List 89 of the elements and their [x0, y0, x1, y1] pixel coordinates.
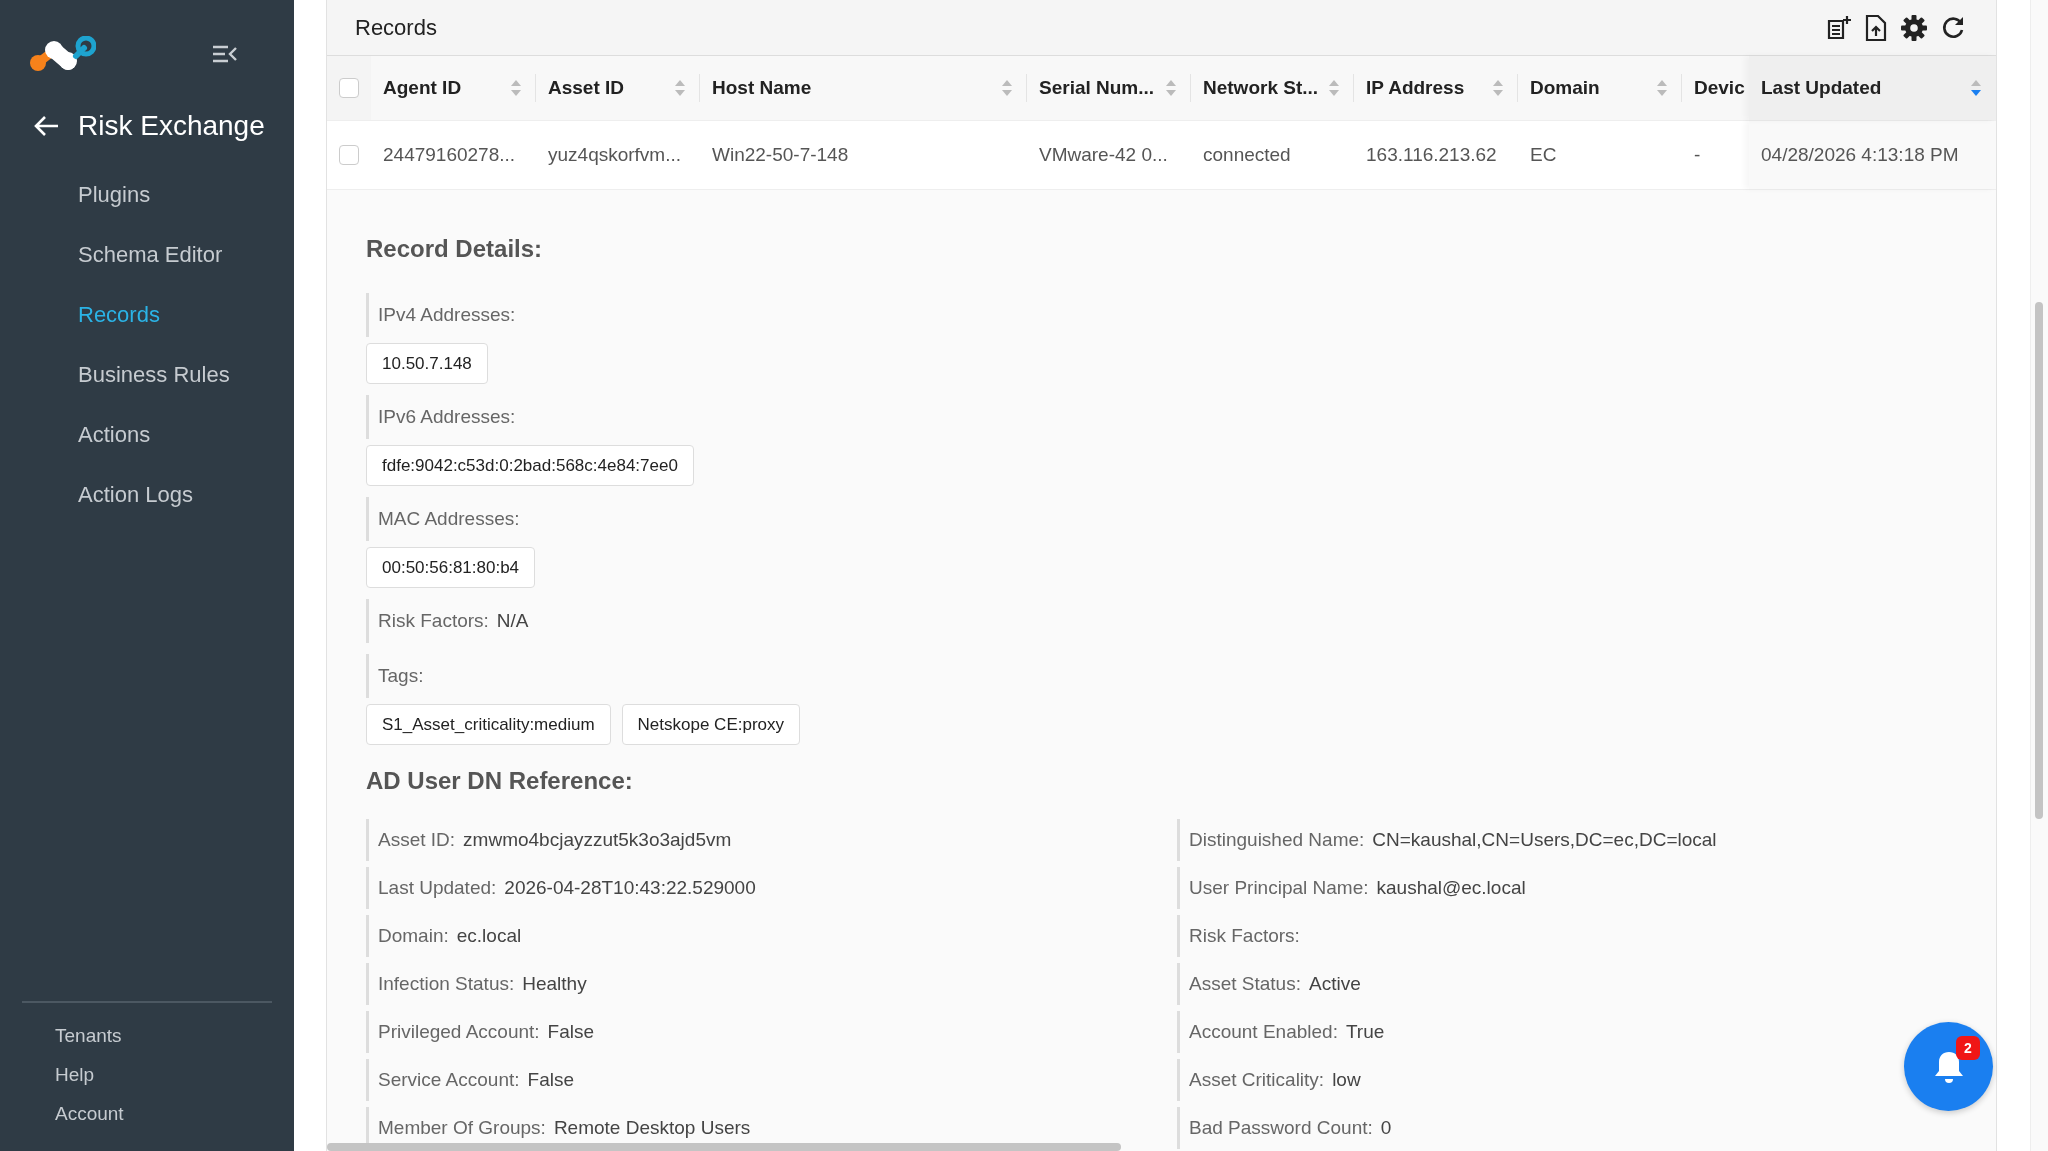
notification-count: 2: [1956, 1036, 1980, 1060]
field-value: False: [547, 1021, 595, 1043]
sort-icon[interactable]: [1165, 78, 1177, 98]
field-label: Account Enabled:: [1189, 1021, 1338, 1043]
value-chip: fdfe:9042:c53d:0:2bad:568c:4e84:7ee0: [366, 445, 694, 486]
field-label: Risk Factors:: [1189, 925, 1300, 947]
field-value: Healthy: [522, 973, 587, 995]
logo-icon: [30, 36, 96, 72]
table-cell: yuz4qskorfvm...: [548, 144, 682, 166]
menu-icon[interactable]: [212, 44, 238, 64]
file-upload-icon[interactable]: [1864, 13, 1888, 42]
column-header[interactable]: IP Address: [1366, 77, 1465, 99]
add-list-icon[interactable]: [1826, 14, 1852, 41]
sidebar-link[interactable]: Account: [55, 1103, 272, 1125]
field-label: IPv4 Addresses:: [378, 304, 516, 326]
sort-icon[interactable]: [1970, 78, 1982, 98]
field-label: Tags:: [378, 665, 424, 687]
column-header[interactable]: Serial Num...: [1039, 77, 1155, 99]
column-header[interactable]: Devic: [1694, 77, 1745, 99]
field-value: 0: [1380, 1117, 1392, 1139]
column-header[interactable]: Asset ID: [548, 77, 625, 99]
field-label: Last Updated:: [378, 877, 497, 899]
select-all-checkbox[interactable]: [339, 78, 359, 98]
row-checkbox[interactable]: [339, 145, 359, 165]
sidebar-item[interactable]: Business Rules: [78, 362, 294, 388]
section-heading: AD User DN Reference:: [366, 767, 634, 795]
sidebar-item[interactable]: Records: [78, 302, 294, 328]
value-chip: 00:50:56:81:80:b4: [366, 547, 536, 588]
sidebar-item[interactable]: Action Logs: [78, 482, 294, 508]
value-chip: Netskope CE:proxy: [621, 704, 801, 745]
table-cell: 163.116.213.62: [1366, 144, 1497, 166]
field-value: 2026-04-28T10:43:22.529000: [504, 877, 756, 899]
field-value: N/A: [496, 610, 529, 632]
field-label: Asset Criticality:: [1189, 1069, 1325, 1091]
table-cell: connected: [1203, 144, 1291, 166]
table-cell: VMware-42 0...: [1039, 144, 1168, 166]
field-label: Service Account:: [378, 1069, 520, 1091]
field-value: Remote Desktop Users: [553, 1117, 751, 1139]
field-label: Asset ID:: [378, 829, 456, 851]
horizontal-scrollbar[interactable]: [327, 1143, 1121, 1151]
field-label: Distinguished Name:: [1189, 829, 1365, 851]
sort-icon[interactable]: [1656, 78, 1668, 98]
sidebar-link[interactable]: Tenants: [55, 1025, 272, 1047]
field-label: Bad Password Count:: [1189, 1117, 1373, 1139]
table-cell: 04/28/2026 4:13:18 PM: [1761, 144, 1959, 166]
settings-icon[interactable]: [1900, 13, 1928, 42]
field-value: zmwmo4bcjayzzut5k3o3ajd5vm: [463, 829, 732, 851]
field-label: IPv6 Addresses:: [378, 406, 516, 428]
field-label: Member Of Groups:: [378, 1117, 546, 1139]
sort-icon[interactable]: [1492, 78, 1504, 98]
table-cell: 24479160278...: [383, 144, 516, 166]
field-value: kaushal@ec.local: [1376, 877, 1526, 899]
sort-icon[interactable]: [674, 78, 686, 98]
sidebar-item[interactable]: Schema Editor: [78, 242, 294, 268]
field-label: Domain:: [378, 925, 449, 947]
refresh-icon[interactable]: [1940, 14, 1966, 41]
column-header[interactable]: Domain: [1530, 77, 1600, 99]
value-chip: 10.50.7.148: [366, 343, 488, 384]
field-value: ec.local: [456, 925, 522, 947]
sort-icon[interactable]: [1328, 78, 1340, 98]
field-value: low: [1332, 1069, 1361, 1091]
field-value: True: [1345, 1021, 1385, 1043]
vertical-scrollbar[interactable]: [2035, 302, 2043, 819]
field-label: Infection Status:: [378, 973, 515, 995]
field-label: MAC Addresses:: [378, 508, 520, 530]
field-value: False: [527, 1069, 574, 1091]
table-cell: Win22-50-7-148: [712, 144, 849, 166]
field-label: Asset Status:: [1189, 973, 1301, 995]
field-label: Privileged Account:: [378, 1021, 540, 1043]
back-arrow-icon[interactable]: [34, 115, 60, 137]
column-header[interactable]: Agent ID: [383, 77, 462, 99]
field-value: CN=kaushal,CN=Users,DC=ec,DC=local: [1372, 829, 1717, 851]
field-label: Risk Factors:: [378, 610, 489, 632]
page-title: Records: [355, 14, 437, 41]
table-cell: -: [1694, 144, 1701, 166]
sort-icon[interactable]: [1001, 78, 1013, 98]
sidebar-item[interactable]: Plugins: [78, 182, 294, 208]
field-value: Active: [1308, 973, 1361, 995]
column-header[interactable]: Network St...: [1203, 77, 1319, 99]
column-header[interactable]: Last Updated: [1761, 77, 1882, 99]
table-cell: EC: [1530, 144, 1557, 166]
column-header[interactable]: Host Name: [712, 77, 812, 99]
sidebar-item[interactable]: Actions: [78, 422, 294, 448]
field-label: User Principal Name:: [1189, 877, 1369, 899]
sort-icon[interactable]: [510, 78, 522, 98]
value-chip: S1_Asset_criticality:medium: [366, 704, 611, 745]
sidebar-link[interactable]: Help: [55, 1064, 272, 1086]
section-title: Risk Exchange: [78, 110, 265, 142]
section-heading: Record Details:: [366, 235, 544, 263]
